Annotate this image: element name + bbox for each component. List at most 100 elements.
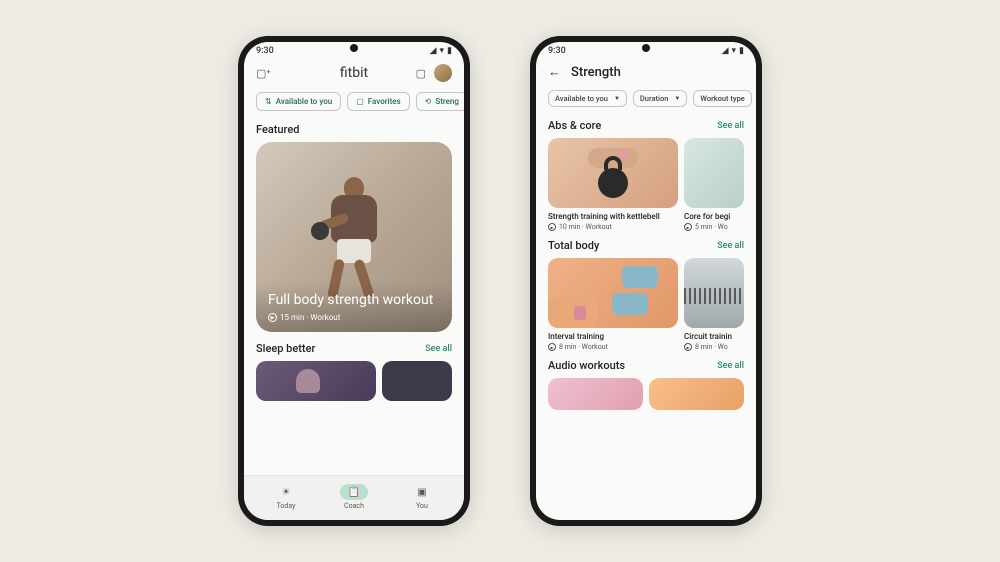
- wifi-icon: ▾: [732, 46, 737, 56]
- featured-title: Full body strength workout: [268, 292, 440, 309]
- back-icon[interactable]: ←: [548, 64, 561, 80]
- swap-icon: ⇅: [265, 97, 272, 106]
- battery-icon: ▮: [447, 46, 452, 56]
- play-icon: ▶: [548, 223, 556, 231]
- workout-title: Circuit trainin: [684, 332, 744, 341]
- workout-card-kettlebell[interactable]: Strength training with kettlebell ▶ 10 m…: [548, 138, 678, 231]
- meta-text: 10 min · Workout: [559, 223, 612, 231]
- filter-chips: Available to you ▼ Duration ▼ Workout ty…: [536, 86, 756, 115]
- signal-icon: ◢: [722, 46, 729, 56]
- featured-card[interactable]: Full body strength workout ▶ 15 min · Wo…: [256, 142, 452, 332]
- content-scroll[interactable]: Abs & core See all Strength training wit…: [536, 115, 756, 520]
- see-all-link[interactable]: See all: [717, 241, 744, 251]
- camera-punch-hole: [642, 44, 650, 52]
- chip-label: Streng: [435, 97, 459, 106]
- section-title: Featured: [256, 123, 299, 136]
- workout-title: Core for begi: [684, 212, 744, 221]
- chip-label: Available to you: [276, 97, 332, 106]
- section-title: Abs & core: [548, 119, 601, 132]
- workout-meta: ▶ 8 min · Workout: [548, 343, 678, 351]
- status-time: 9:30: [548, 46, 566, 56]
- meta-text: 5 min · Wo: [695, 223, 728, 231]
- play-icon: ▶: [268, 313, 277, 322]
- workout-image: [684, 258, 744, 328]
- audio-card[interactable]: [548, 378, 643, 410]
- camera-punch-hole: [350, 44, 358, 52]
- featured-meta-text: 15 min · Workout: [280, 313, 340, 322]
- chip-label: Duration: [640, 94, 668, 103]
- content-scroll[interactable]: Featured Full body strength workout ▶: [244, 119, 464, 475]
- workout-image: [684, 138, 744, 208]
- status-icons: ◢ ▾ ▮: [430, 46, 452, 56]
- play-icon: ▶: [684, 343, 692, 351]
- workout-card-core[interactable]: Core for begi ▶ 5 min · Wo: [684, 138, 744, 231]
- workout-row: Strength training with kettlebell ▶ 10 m…: [548, 138, 744, 231]
- see-all-link[interactable]: See all: [717, 121, 744, 131]
- phone-frame-right: 9:30 ◢ ▾ ▮ ← Strength Available to you ▼…: [530, 36, 762, 526]
- sleep-card[interactable]: [256, 361, 376, 401]
- workout-title: Strength training with kettlebell: [548, 212, 678, 221]
- grid-icon: ▣: [417, 487, 426, 498]
- signal-icon: ◢: [430, 46, 437, 56]
- sleep-header: Sleep better See all: [256, 342, 452, 355]
- screen: 9:30 ◢ ▾ ▮ ← Strength Available to you ▼…: [536, 42, 756, 520]
- screen: 9:30 ◢ ▾ ▮ ▢⁺ fitbit ▢ ⇅ Available to yo…: [244, 42, 464, 520]
- see-all-link[interactable]: See all: [717, 361, 744, 371]
- section-title: Audio workouts: [548, 359, 625, 372]
- section-header-abs: Abs & core See all: [548, 119, 744, 132]
- status-icons: ◢ ▾ ▮: [722, 46, 744, 56]
- cast-icon[interactable]: ▢⁺: [256, 67, 271, 80]
- section-header-audio: Audio workouts See all: [548, 359, 744, 372]
- workout-title: Interval training: [548, 332, 678, 341]
- workout-card-circuit[interactable]: Circuit trainin ▶ 8 min · Wo: [684, 258, 744, 351]
- section-header-total: Total body See all: [548, 239, 744, 252]
- chevron-down-icon: ▼: [614, 95, 620, 102]
- chip-workout-type[interactable]: Workout type: [693, 90, 752, 107]
- meta-text: 8 min · Wo: [695, 343, 728, 351]
- avatar[interactable]: [434, 64, 452, 82]
- chevron-down-icon: ▼: [674, 95, 680, 102]
- chip-available[interactable]: Available to you ▼: [548, 90, 627, 107]
- sleep-card[interactable]: [382, 361, 452, 401]
- chip-duration[interactable]: Duration ▼: [633, 90, 687, 107]
- bookmark-icon: ▢: [356, 97, 364, 106]
- app-title: fitbit: [340, 65, 368, 81]
- chip-available[interactable]: ⇅ Available to you: [256, 92, 341, 111]
- nav-today[interactable]: ☀ Today: [272, 484, 300, 510]
- sun-icon: ☀: [282, 487, 291, 498]
- phone-frame-left: 9:30 ◢ ▾ ▮ ▢⁺ fitbit ▢ ⇅ Available to yo…: [238, 36, 470, 526]
- clipboard-icon: 📋: [348, 487, 360, 498]
- workout-card-interval[interactable]: Interval training ▶ 8 min · Workout: [548, 258, 678, 351]
- status-time: 9:30: [256, 46, 274, 56]
- page-title: Strength: [571, 65, 621, 80]
- featured-overlay: Full body strength workout ▶ 15 min · Wo…: [256, 282, 452, 332]
- featured-meta: ▶ 15 min · Workout: [268, 313, 440, 322]
- chip-strength[interactable]: ⟲ Streng: [416, 92, 464, 111]
- play-icon: ▶: [684, 223, 692, 231]
- nav-coach[interactable]: 📋 Coach: [340, 484, 368, 510]
- battery-icon: ▮: [739, 46, 744, 56]
- workout-image: [548, 138, 678, 208]
- see-all-link[interactable]: See all: [425, 344, 452, 354]
- page-header: ← Strength: [536, 58, 756, 86]
- chip-favorites[interactable]: ▢ Favorites: [347, 92, 409, 111]
- section-title: Sleep better: [256, 342, 315, 355]
- workout-meta: ▶ 10 min · Workout: [548, 223, 678, 231]
- filter-chips: ⇅ Available to you ▢ Favorites ⟲ Streng: [244, 88, 464, 119]
- workout-image: [548, 258, 678, 328]
- audio-card[interactable]: [649, 378, 744, 410]
- bottom-nav: ☀ Today 📋 Coach ▣ You: [244, 475, 464, 520]
- nav-label: Today: [277, 502, 296, 510]
- nav-label: You: [416, 502, 428, 510]
- chip-label: Favorites: [368, 97, 401, 106]
- workout-row: Interval training ▶ 8 min · Workout Circ…: [548, 258, 744, 351]
- wifi-icon: ▾: [440, 46, 445, 56]
- meta-text: 8 min · Workout: [559, 343, 608, 351]
- chip-label: Workout type: [700, 94, 745, 103]
- play-icon: ▶: [548, 343, 556, 351]
- sleep-row: [256, 361, 452, 401]
- nav-you[interactable]: ▣ You: [408, 484, 436, 510]
- message-icon[interactable]: ▢: [416, 67, 426, 80]
- workout-meta: ▶ 8 min · Wo: [684, 343, 744, 351]
- activity-icon: ⟲: [425, 97, 432, 106]
